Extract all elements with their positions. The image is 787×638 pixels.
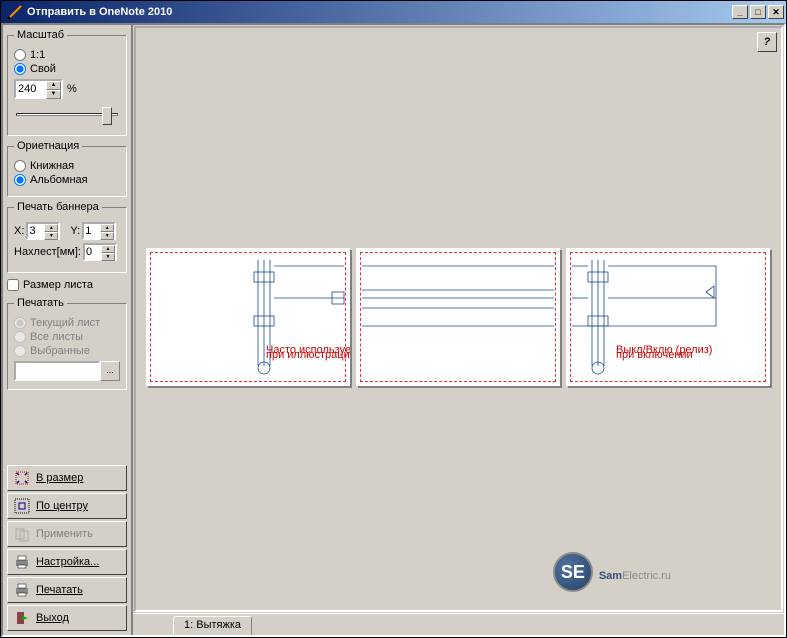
center-icon	[14, 498, 30, 514]
app-icon	[7, 4, 23, 20]
slider-thumb[interactable]	[102, 107, 112, 125]
print-file-browse-button[interactable]: ...	[100, 361, 120, 381]
app-window: Отправить в OneNote 2010 _ □ ✕ Масштаб 1…	[0, 0, 787, 638]
scale-slider[interactable]	[14, 105, 120, 127]
help-button[interactable]: ?	[757, 32, 777, 52]
sidebar: Масштаб 1:1 Свой ▲▼ %	[3, 25, 131, 635]
scale-group: Масштаб 1:1 Свой ▲▼ %	[7, 29, 127, 136]
close-button[interactable]: ✕	[768, 5, 784, 19]
scale-legend: Масштаб	[14, 29, 67, 41]
papersize-checkbox[interactable]	[7, 279, 19, 291]
window-body: Масштаб 1:1 Свой ▲▼ %	[1, 23, 786, 637]
landscape-radio[interactable]	[14, 174, 26, 186]
watermark: SE SamElectric.ru	[553, 552, 671, 592]
printer-setup-icon	[14, 554, 30, 570]
banner-legend: Печать баннера	[14, 201, 102, 213]
window-title: Отправить в OneNote 2010	[27, 6, 730, 18]
center-label: По центру	[36, 500, 88, 512]
banner-group: Печать баннера X: ▲▼ Y: ▲▼ Нахлест[мм]	[7, 201, 127, 273]
portrait-radio[interactable]	[14, 160, 26, 172]
scale-value-spinner[interactable]: ▲▼	[14, 79, 63, 99]
orientation-legend: Ориетнация	[14, 140, 82, 152]
exit-icon	[14, 610, 30, 626]
exit-label: Выход	[36, 612, 69, 624]
watermark-badge: SE	[553, 552, 593, 592]
print-all-radio	[14, 331, 26, 343]
minimize-button[interactable]: _	[732, 5, 748, 19]
scale-value-input[interactable]	[16, 81, 46, 97]
print-selected-radio	[14, 345, 26, 357]
orientation-group: Ориетнация Книжная Альбомная	[7, 140, 127, 197]
landscape-option[interactable]: Альбомная	[14, 174, 120, 186]
apply-button: Применить	[7, 521, 127, 547]
preview-area[interactable]: ? Часто используется	[134, 26, 783, 612]
exit-button[interactable]: Выход	[7, 605, 127, 631]
watermark-text: SamElectric.ru	[599, 559, 671, 585]
print-selected-option: Выбранные	[14, 345, 120, 357]
printer-icon	[14, 582, 30, 598]
svg-text:при включении: при включении	[616, 349, 693, 361]
papersize-option[interactable]: Размер листа	[7, 279, 127, 291]
print-current-option: Текущий лист	[14, 317, 120, 329]
schematic-2	[356, 248, 560, 386]
x-label: X:	[14, 225, 24, 237]
portrait-option[interactable]: Книжная	[14, 160, 120, 172]
overlap-input[interactable]	[85, 245, 101, 259]
page-preview-1[interactable]: Часто используется при иллюстрациях	[146, 248, 350, 386]
print-all-option: Все листы	[14, 331, 120, 343]
tab-sheet-1[interactable]: 1: Вытяжка	[173, 616, 252, 635]
x-input[interactable]	[28, 224, 44, 238]
apply-label: Применить	[36, 528, 93, 540]
setup-label: Настройка...	[36, 556, 99, 568]
print-label: Печатать	[36, 584, 83, 596]
page-preview-2[interactable]	[356, 248, 560, 386]
fit-button[interactable]: В размер	[7, 465, 127, 491]
spinner-up[interactable]: ▲	[46, 81, 61, 90]
y-label: Y:	[70, 225, 80, 237]
overlap-spinner[interactable]: ▲▼	[83, 243, 117, 261]
fit-icon	[14, 470, 30, 486]
page-previews: Часто используется при иллюстрациях	[146, 248, 770, 386]
scale-custom-option[interactable]: Свой	[14, 63, 120, 75]
page-preview-3[interactable]: Выкл/Вклю (релиз) при включении	[566, 248, 770, 386]
tab-bar: 1: Вытяжка	[133, 613, 784, 635]
spinner-down[interactable]: ▼	[46, 90, 61, 99]
print-current-radio	[14, 317, 26, 329]
fit-label: В размер	[36, 472, 83, 484]
schematic-3: Выкл/Вклю (релиз) при включении	[566, 248, 770, 386]
y-input[interactable]	[84, 224, 100, 238]
percent-label: %	[67, 83, 77, 95]
setup-button[interactable]: Настройка...	[7, 549, 127, 575]
print-file-input[interactable]	[14, 361, 100, 381]
overlap-label: Нахлест[мм]:	[14, 246, 81, 258]
svg-text:при иллюстрациях: при иллюстрациях	[266, 349, 350, 361]
scale-1-1-option[interactable]: 1:1	[14, 49, 120, 61]
scale-1-1-radio[interactable]	[14, 49, 26, 61]
y-spinner[interactable]: ▲▼	[82, 222, 116, 240]
x-spinner[interactable]: ▲▼	[26, 222, 60, 240]
print-button[interactable]: Печатать	[7, 577, 127, 603]
apply-icon	[14, 526, 30, 542]
scale-custom-radio[interactable]	[14, 63, 26, 75]
schematic-1: Часто используется при иллюстрациях	[146, 248, 350, 386]
maximize-button[interactable]: □	[750, 5, 766, 19]
sidebar-buttons: В размер По центру Применить Настройка..…	[7, 465, 127, 631]
print-group: Печатать Текущий лист Все листы Выбранны…	[7, 297, 127, 390]
center-button[interactable]: По центру	[7, 493, 127, 519]
print-legend: Печатать	[14, 297, 67, 309]
main-area: ? Часто используется	[131, 25, 784, 635]
titlebar[interactable]: Отправить в OneNote 2010 _ □ ✕	[1, 1, 786, 23]
